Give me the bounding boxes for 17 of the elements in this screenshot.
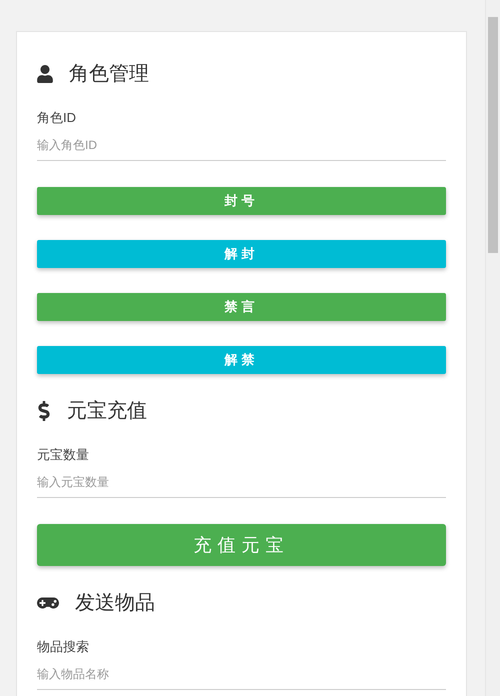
- field-label: 物品搜索: [37, 638, 89, 656]
- action-button[interactable]: 解禁: [37, 346, 446, 374]
- action-button[interactable]: 封号: [37, 187, 446, 215]
- input-field[interactable]: 输入角色ID: [37, 129, 446, 161]
- field-label: 元宝数量: [37, 446, 89, 464]
- action-button[interactable]: 禁言: [37, 293, 446, 321]
- dollar-icon: [37, 401, 51, 421]
- input-field[interactable]: 输入元宝数量: [37, 466, 446, 498]
- action-button[interactable]: 解封: [37, 240, 446, 268]
- section-title: 元宝充值: [67, 399, 147, 424]
- section-title: 发送物品: [75, 591, 155, 616]
- user-icon: [37, 65, 53, 83]
- action-button[interactable]: 充值元宝: [37, 524, 446, 566]
- scrollbar[interactable]: [485, 0, 500, 696]
- input-field[interactable]: 输入物品名称: [37, 658, 446, 690]
- field-label: 角色ID: [37, 109, 76, 127]
- section-title: 角色管理: [69, 62, 149, 87]
